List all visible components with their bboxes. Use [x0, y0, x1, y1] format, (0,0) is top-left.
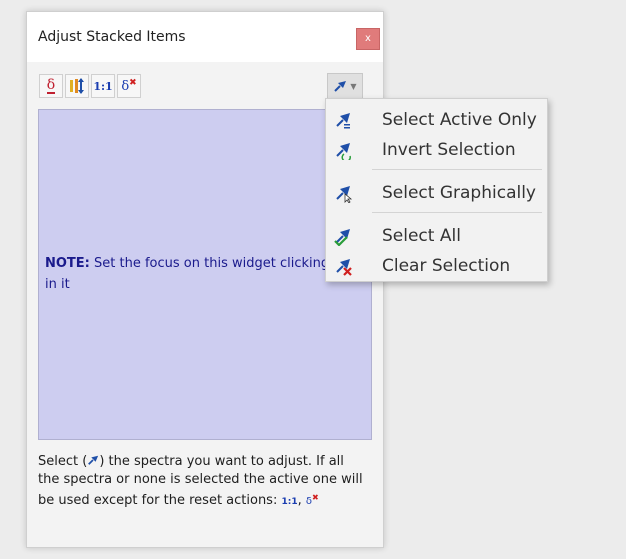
- pin-icon: [88, 455, 99, 465]
- spectra-area[interactable]: NOTE: Set the focus on this widget click…: [38, 109, 372, 440]
- help-text: Select ( ) the spectra you want to adjus…: [38, 453, 368, 511]
- delta-reset-symbol: δ✖: [305, 493, 319, 507]
- align-stack-icon: [70, 78, 84, 94]
- menu-separator: [372, 169, 542, 170]
- selection-menu: Select Active Only Invert Selection Sele…: [325, 98, 548, 282]
- align-stack-button[interactable]: [65, 74, 89, 98]
- close-icon: x: [365, 33, 371, 44]
- note-label: NOTE:: [45, 256, 90, 271]
- help-comma: ,: [297, 493, 306, 508]
- menu-separator: [372, 212, 542, 213]
- menu-label: Clear Selection: [382, 256, 511, 276]
- menu-label: Select Graphically: [382, 183, 536, 203]
- help-part-1: Select (: [38, 454, 88, 469]
- menu-item-invert-selection[interactable]: Invert Selection: [326, 135, 547, 165]
- delta-reset-icon: δ✖: [121, 77, 137, 94]
- menu-item-select-all[interactable]: Select All: [326, 221, 547, 251]
- pin-active-icon: [336, 113, 350, 129]
- pin-cursor-icon: [336, 186, 353, 203]
- menu-label: Invert Selection: [382, 140, 516, 160]
- one-to-one-symbol: 1:1: [281, 497, 298, 507]
- one-to-one-button[interactable]: 1:1: [91, 74, 115, 98]
- focus-note: NOTE: Set the focus on this widget click…: [45, 253, 335, 295]
- title-bar: Adjust Stacked Items x: [27, 12, 383, 62]
- delta-underline-icon: δ: [46, 77, 56, 94]
- chevron-down-icon: ▼: [350, 81, 357, 91]
- pin-invert-icon: [336, 143, 351, 160]
- menu-item-clear-selection[interactable]: Clear Selection: [326, 251, 547, 281]
- delta-button[interactable]: δ: [39, 74, 63, 98]
- pin-check-icon: [334, 229, 350, 246]
- menu-label: Select All: [382, 226, 461, 246]
- close-button[interactable]: x: [356, 28, 380, 50]
- pin-clear-icon: [336, 259, 352, 276]
- delta-reset-button[interactable]: δ✖: [117, 74, 141, 98]
- menu-label: Select Active Only: [382, 110, 537, 130]
- menu-item-select-graphically[interactable]: Select Graphically: [326, 178, 547, 208]
- select-pin-dropdown[interactable]: ▼: [327, 73, 363, 99]
- window-title: Adjust Stacked Items: [38, 29, 186, 45]
- menu-item-select-active-only[interactable]: Select Active Only: [326, 105, 547, 135]
- pin-icon: [334, 81, 347, 92]
- one-to-one-icon: 1:1: [93, 79, 113, 93]
